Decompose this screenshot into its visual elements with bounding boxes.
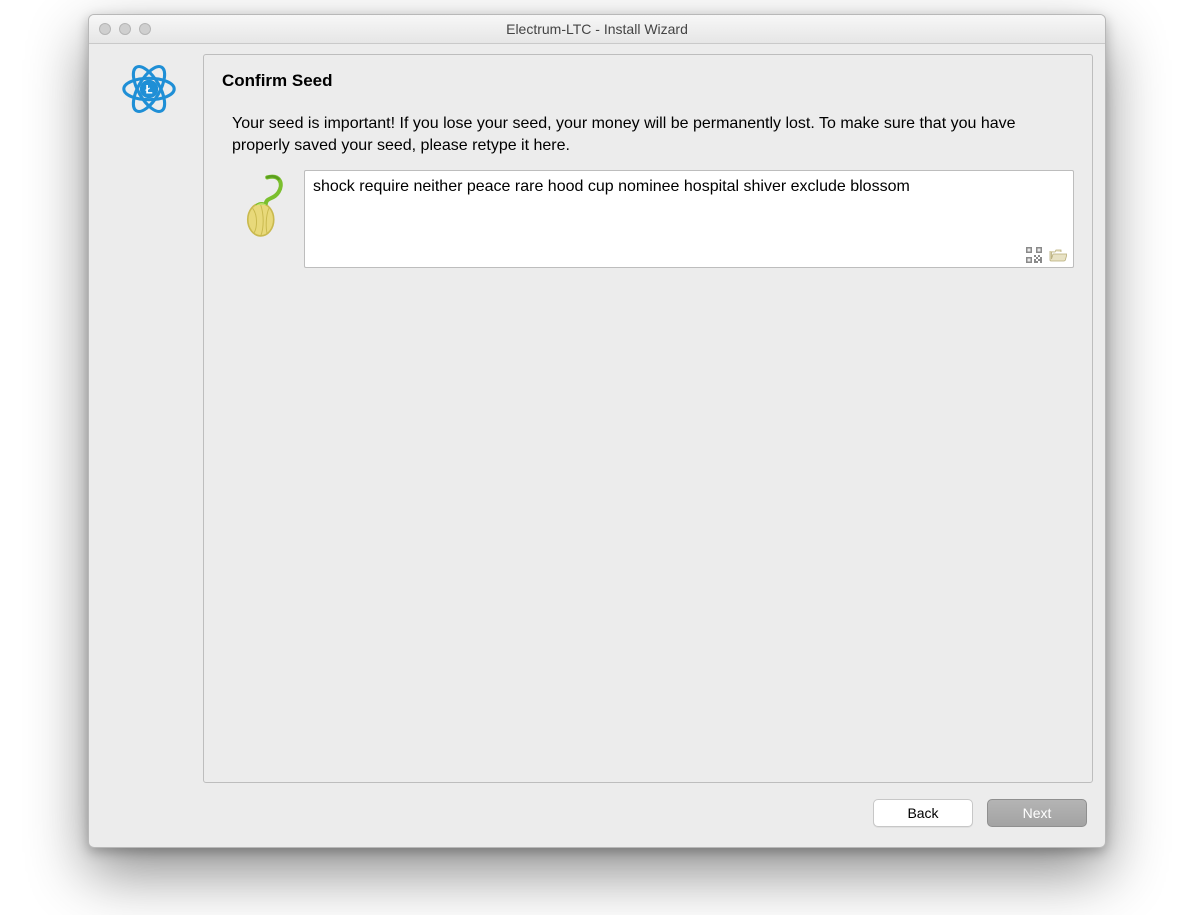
window-title: Electrum-LTC - Install Wizard [89, 21, 1105, 37]
back-button[interactable]: Back [873, 799, 973, 827]
seed-sprout-icon [232, 170, 296, 240]
folder-open-icon[interactable] [1049, 247, 1067, 263]
minimize-window-button[interactable] [119, 23, 131, 35]
panel-heading: Confirm Seed [222, 71, 1074, 91]
install-wizard-window: Electrum-LTC - Install Wizard Ł [88, 14, 1106, 848]
svg-text:Ł: Ł [145, 83, 152, 96]
seed-instructions: Your seed is important! If you lose your… [232, 113, 1052, 156]
next-button[interactable]: Next [987, 799, 1087, 827]
wizard-panel: Confirm Seed Your seed is important! If … [203, 54, 1093, 783]
titlebar: Electrum-LTC - Install Wizard [89, 15, 1105, 44]
close-window-button[interactable] [99, 23, 111, 35]
seed-input[interactable]: shock require neither peace rare hood cu… [304, 170, 1074, 268]
seed-input-text[interactable]: shock require neither peace rare hood cu… [313, 177, 1065, 198]
zoom-window-button[interactable] [139, 23, 151, 35]
wizard-footer: Back Next [89, 783, 1105, 847]
electrum-ltc-logo-icon: Ł [118, 58, 180, 120]
window-controls [89, 23, 151, 35]
qr-code-icon[interactable] [1025, 247, 1043, 263]
